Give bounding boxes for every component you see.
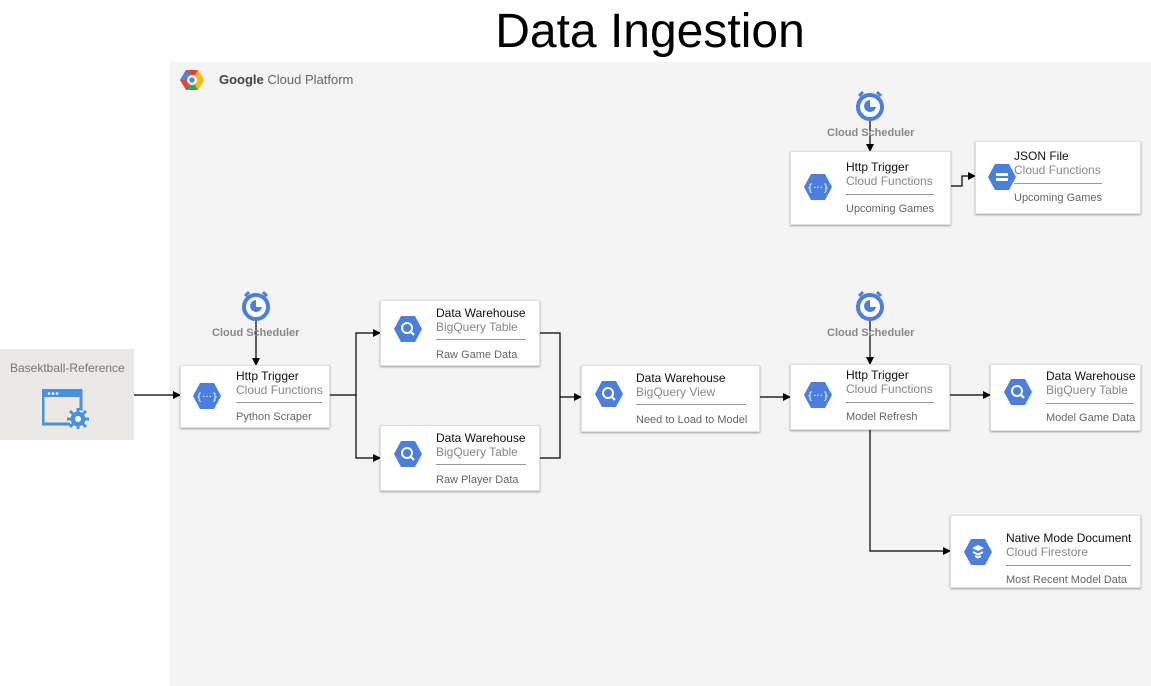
node-json-file[interactable]: JSON File Cloud Functions Upcoming Games [975,141,1141,214]
bigquery-icon [394,316,422,342]
node-service: BigQuery View [636,385,716,399]
node-footer: Most Recent Model Data [1006,574,1128,586]
node-title: Native Mode Document [1006,531,1132,545]
scheduler-label: Cloud Scheduler [827,127,915,139]
node-title: Http Trigger [846,160,909,174]
node-title: Data Warehouse [636,371,726,385]
node-title: Data Warehouse [1046,369,1136,383]
node-title: Data Warehouse [436,306,526,320]
node-footer: Raw Game Data [436,349,518,361]
node-model-game-data[interactable]: Data Warehouse BigQuery Table Model Game… [990,364,1141,431]
node-python-scraper[interactable]: {···} Http Trigger Cloud Functions Pytho… [180,365,330,428]
node-divider [846,402,934,403]
node-service: Cloud Functions [846,174,933,188]
node-divider [1046,403,1134,404]
bigquery-icon [595,381,623,407]
edge-raw-game-merge [540,332,561,397]
node-divider [1014,183,1102,184]
node-footer: Upcoming Games [846,203,935,215]
node-title: Http Trigger [846,368,909,382]
svg-text:{···}: {···} [807,183,829,194]
storage-icon [988,164,1016,190]
cloud-functions-icon: {···} [804,382,832,408]
node-bigquery-view[interactable]: Data Warehouse BigQuery View Need to Loa… [581,365,760,432]
node-service: Cloud Functions [236,383,323,397]
node-raw-game-data[interactable]: Data Warehouse BigQuery Table Raw Game D… [380,300,540,366]
edge-raw-player-merge [540,397,561,459]
node-divider [636,404,746,405]
clock-icon [856,290,884,321]
clock-icon [856,90,884,121]
node-title: Http Trigger [236,369,299,383]
scheduler-label: Cloud Scheduler [827,327,915,339]
bigquery-icon [394,441,422,467]
node-divider [436,339,526,340]
node-footer: Upcoming Games [1014,192,1103,204]
node-divider [846,194,934,195]
bigquery-icon [1004,379,1032,405]
node-firestore[interactable]: Native Mode Document Cloud Firestore Mos… [950,515,1141,588]
node-service: BigQuery Table [436,320,518,334]
firestore-icon [964,539,992,565]
node-divider [436,464,526,465]
node-service: Cloud Functions [1014,163,1101,177]
edge-upcoming-json [950,172,976,187]
node-upcoming-games-function[interactable]: {···} Http Trigger Cloud Functions Upcom… [790,151,951,225]
cloud-functions-icon: {···} [804,174,832,200]
node-footer: Model Game Data [1046,412,1136,424]
edge-refresh-firestore [869,430,951,555]
cloud-functions-icon: {···} [193,383,221,409]
node-divider [1006,565,1131,566]
svg-text:{···}: {···} [196,392,218,403]
node-service: Cloud Functions [846,382,933,396]
svg-text:{···}: {···} [807,391,829,402]
node-footer: Need to Load to Model [636,414,748,426]
clock-icon [242,290,270,321]
node-footer: Model Refresh [846,411,918,423]
node-raw-player-data[interactable]: Data Warehouse BigQuery Table Raw Player… [380,425,540,491]
edge-to-raw-game [355,329,381,395]
node-title: JSON File [1014,149,1069,163]
node-divider [236,402,322,403]
node-footer: Python Scraper [236,411,312,423]
node-service: Cloud Firestore [1006,545,1089,559]
node-service: BigQuery Table [1046,383,1128,397]
edge-to-raw-player [355,395,381,462]
node-footer: Raw Player Data [436,474,519,486]
node-service: BigQuery Table [436,445,518,459]
scheduler-label: Cloud Scheduler [212,327,300,339]
node-title: Data Warehouse [436,431,526,445]
node-model-refresh[interactable]: {···} Http Trigger Cloud Functions Model… [790,364,950,430]
